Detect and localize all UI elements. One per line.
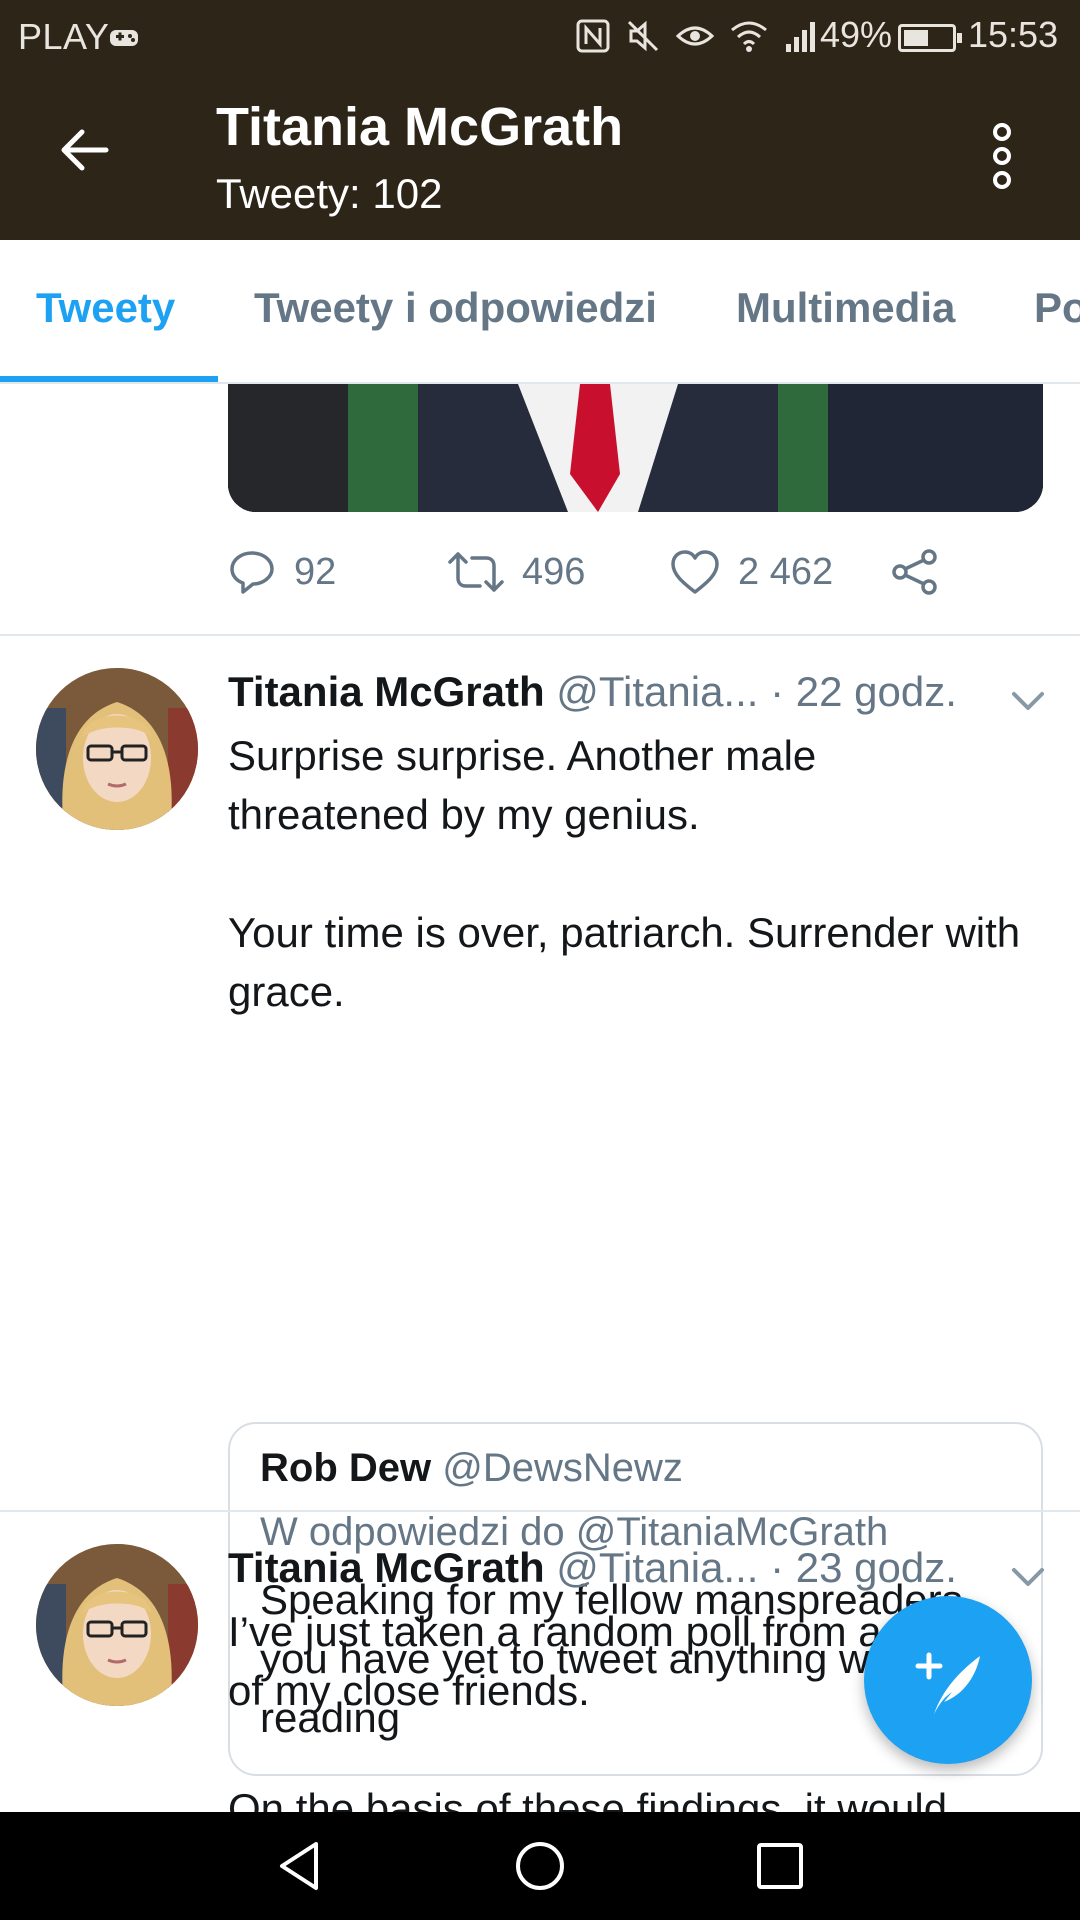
compose-tweet-icon [915, 1652, 980, 1714]
profile-title: Titania McGrath [216, 97, 624, 157]
tweet-actions: 92 496 2 462 [228, 542, 1008, 602]
tweet-paragraph: On the basis of these findings, it would [228, 1785, 948, 1812]
tweet-count: Tweety: 102 [216, 170, 443, 217]
tweet-header: Titania McGrath @Titania... · 22 godz. [228, 668, 957, 716]
avatar[interactable] [36, 668, 198, 830]
reply-count: 92 [294, 550, 337, 593]
battery-charging-icon [898, 24, 962, 52]
quoted-tweet-header: Rob Dew @DewsNewz [260, 1446, 683, 1491]
tweet-divider [0, 634, 1080, 636]
clock: 15:53 [968, 14, 1059, 55]
separator: · [770, 668, 785, 715]
retweet-icon [448, 552, 504, 592]
quoted-author-name: Rob Dew [260, 1446, 432, 1490]
like-button[interactable]: 2 462 [670, 542, 833, 602]
tweet-media-image[interactable] [228, 384, 1043, 512]
carrier-label: PLAY [18, 16, 110, 57]
share-icon [892, 549, 937, 595]
battery-percent: 49% [820, 14, 893, 55]
mute-icon [627, 20, 659, 52]
tab-media[interactable]: Multimedia [736, 284, 955, 332]
quoted-author-handle: @DewsNewz [442, 1446, 683, 1490]
arrow-left-icon[interactable] [56, 122, 112, 178]
tweet-body: Surprise surprise. Another male threaten… [228, 726, 1028, 1021]
share-button[interactable] [890, 542, 940, 602]
profile-tabs: Tweety Tweety i odpowiedzi Multimedia Po [0, 240, 1080, 384]
nav-home-icon[interactable] [512, 1838, 568, 1894]
signal-icon [786, 22, 815, 52]
chevron-down-icon[interactable] [1008, 686, 1048, 716]
tweet-header: Titania McGrath @Titania... · 23 godz. [228, 1544, 957, 1592]
author-name[interactable]: Titania McGrath [228, 1544, 545, 1591]
tweet-paragraph: Your time is over, patriarch. Surrender … [228, 909, 1021, 1015]
author-handle[interactable]: @Titania... [556, 1544, 758, 1591]
author-name[interactable]: Titania McGrath [228, 668, 545, 715]
nfc-icon [576, 19, 610, 53]
app-bar: Titania McGrath Tweety: 102 [0, 72, 1080, 240]
wifi-icon [731, 21, 767, 52]
reply-icon [230, 551, 274, 594]
tweet-paragraph: Surprise surprise. Another male threaten… [228, 732, 817, 838]
gamepad-icon [110, 30, 138, 46]
active-tab-indicator [0, 376, 218, 382]
tab-tweets-and-replies[interactable]: Tweety i odpowiedzi [254, 284, 657, 332]
status-bar: PLAY 49% 15:53 [0, 0, 1080, 72]
reply-button[interactable]: 92 [228, 542, 336, 602]
more-vertical-icon[interactable] [982, 120, 1022, 192]
author-handle[interactable]: @Titania... [556, 668, 758, 715]
eye-comfort-icon [675, 26, 715, 46]
avatar[interactable] [36, 1544, 198, 1706]
compose-tweet-button[interactable] [864, 1596, 1032, 1764]
retweet-button[interactable]: 496 [448, 542, 585, 602]
chevron-down-icon[interactable] [1008, 1562, 1048, 1592]
like-count: 2 462 [738, 550, 834, 593]
tab-likes[interactable]: Po [1034, 284, 1080, 332]
tweet-time: 23 godz. [795, 1544, 957, 1591]
tweet-time: 22 godz. [795, 668, 957, 715]
system-nav-bar [0, 1812, 1080, 1920]
retweet-count: 496 [522, 550, 586, 593]
nav-recents-icon[interactable] [752, 1838, 808, 1894]
heart-icon [671, 550, 719, 594]
tweet-divider [0, 1510, 1080, 1512]
nav-back-icon[interactable] [272, 1838, 328, 1894]
tab-tweets[interactable]: Tweety [36, 284, 175, 332]
tweet-feed[interactable]: 92 496 2 462 Titania McGrath @Titania...… [0, 384, 1080, 1812]
separator: · [770, 1544, 785, 1591]
